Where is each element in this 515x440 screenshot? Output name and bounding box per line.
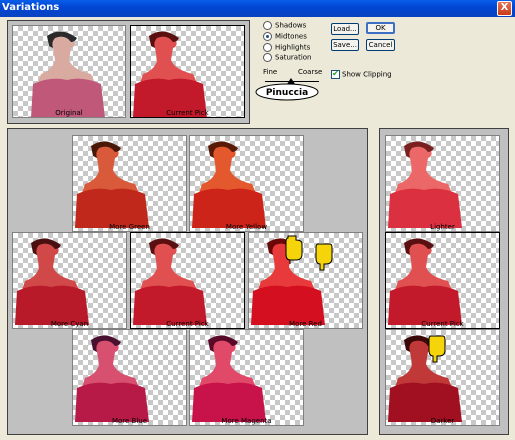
logo-pinuccia: Pinuccia: [255, 83, 319, 101]
caption-more-magenta: More Magenta: [221, 417, 272, 425]
portrait-more-cyan: [15, 238, 89, 325]
caption-original: Original: [55, 109, 83, 117]
thumb-more-yellow[interactable]: More Yellow: [189, 135, 304, 232]
radio-saturation-dot[interactable]: [263, 53, 272, 62]
radio-highlights-label: Highlights: [275, 43, 311, 52]
thumb-more-cyan[interactable]: More Cyan: [12, 232, 127, 329]
caption-current-pick-right: Current Pick: [421, 320, 464, 328]
load-button[interactable]: Load...: [331, 23, 359, 35]
pointing-hand-icon: [285, 235, 303, 264]
caption-more-yellow: More Yellow: [225, 223, 268, 231]
portrait-more-blue: [75, 335, 149, 422]
save-button[interactable]: Save...: [331, 39, 359, 51]
radio-saturation-label: Saturation: [275, 53, 312, 62]
caption-more-red: More Red: [289, 320, 322, 328]
thumb-more-blue[interactable]: More Blue: [72, 329, 187, 426]
thumb-more-magenta[interactable]: More Magenta: [189, 329, 304, 426]
thumb-current-pick-right[interactable]: Current Pick: [385, 232, 500, 329]
radio-midtones-label: Midtones: [275, 32, 307, 41]
portrait-more-yellow: [192, 141, 266, 228]
thumb-original: Original: [12, 25, 126, 118]
pointing-hand-icon-3: [428, 335, 446, 363]
portrait-more-red: [251, 238, 325, 325]
portrait-current-top: [133, 31, 207, 117]
cancel-button[interactable]: Cancel: [366, 39, 395, 51]
portrait-lighter: [388, 141, 462, 228]
portrait-more-magenta: [192, 335, 266, 422]
portrait-current-right: [388, 238, 462, 325]
radio-saturation[interactable]: Saturation: [263, 53, 312, 62]
radio-highlights-dot[interactable]: [263, 43, 272, 52]
radio-shadows-dot[interactable]: [263, 21, 272, 30]
portrait-current-center: [133, 238, 207, 325]
caption-lighter: Lighter: [430, 223, 455, 231]
radio-shadows[interactable]: Shadows: [263, 21, 306, 30]
thumb-more-green[interactable]: More Green: [72, 135, 187, 232]
close-icon[interactable]: X: [497, 1, 512, 16]
checkbox-icon[interactable]: ✔: [331, 70, 340, 79]
thumb-current-pick-center[interactable]: Current Pick: [130, 232, 245, 329]
caption-more-cyan: More Cyan: [50, 320, 89, 328]
radio-highlights[interactable]: Highlights: [263, 43, 310, 52]
radio-shadows-label: Shadows: [275, 21, 307, 30]
thumb-more-red[interactable]: More Red: [248, 232, 363, 329]
title-bar: Variations X: [0, 0, 515, 17]
window-title: Variations: [2, 2, 60, 13]
thumb-current-pick-top: Current Pick: [130, 25, 245, 118]
caption-more-green: More Green: [109, 223, 150, 231]
ok-button[interactable]: OK: [366, 22, 395, 34]
caption-darker: Darker: [430, 417, 455, 425]
caption-current-pick-center: Current Pick: [166, 320, 209, 328]
show-clipping-checkbox[interactable]: ✔ Show Clipping: [331, 70, 392, 79]
radio-midtones-dot[interactable]: [263, 32, 272, 41]
show-clipping-label: Show Clipping: [342, 70, 392, 79]
caption-more-blue: More Blue: [111, 417, 148, 425]
logo-text: Pinuccia: [266, 88, 308, 98]
radio-midtones[interactable]: Midtones: [263, 32, 307, 41]
thumb-lighter[interactable]: Lighter: [385, 135, 500, 232]
caption-current-pick-top: Current Pick: [166, 109, 209, 117]
pointing-hand-icon-2: [315, 243, 333, 271]
portrait-original: [31, 31, 105, 117]
portrait-more-green: [75, 141, 149, 228]
